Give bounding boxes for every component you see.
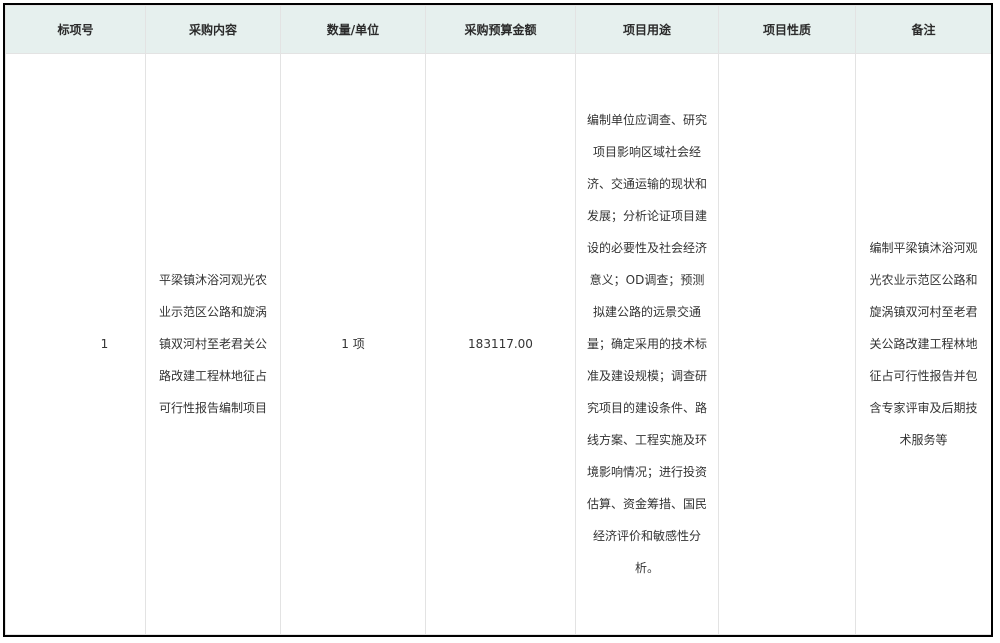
cell-purpose: 编制单位应调查、研究项目影响区域社会经济、交通运输的现状和发展；分析论证项目建设…: [575, 53, 719, 635]
header-content: 采购内容: [145, 5, 281, 54]
header-lot-no: 标项号: [5, 5, 146, 54]
cell-lot-no: 1: [5, 53, 146, 635]
procurement-table: 标项号 采购内容 数量/单位 采购预算金额 项目用途 项目性质 备注 1 平梁镇…: [5, 5, 991, 635]
header-purpose: 项目用途: [575, 5, 719, 54]
cell-quantity: 1 项: [280, 53, 426, 635]
header-budget: 采购预算金额: [425, 5, 576, 54]
table-header-row: 标项号 采购内容 数量/单位 采购预算金额 项目用途 项目性质 备注: [5, 5, 991, 54]
cell-nature: [718, 53, 856, 635]
header-quantity: 数量/单位: [280, 5, 426, 54]
header-remark: 备注: [855, 5, 991, 54]
cell-content: 平梁镇沐浴河观光农业示范区公路和旋涡镇双河村至老君关公路改建工程林地征占可行性报…: [145, 53, 281, 635]
table-row: 1 平梁镇沐浴河观光农业示范区公路和旋涡镇双河村至老君关公路改建工程林地征占可行…: [5, 53, 991, 635]
procurement-table-frame: 标项号 采购内容 数量/单位 采购预算金额 项目用途 项目性质 备注 1 平梁镇…: [3, 3, 993, 637]
cell-budget: 183117.00: [425, 53, 576, 635]
header-nature: 项目性质: [718, 5, 856, 54]
cell-remark: 编制平梁镇沐浴河观光农业示范区公路和旋涡镇双河村至老君关公路改建工程林地征占可行…: [855, 53, 991, 635]
